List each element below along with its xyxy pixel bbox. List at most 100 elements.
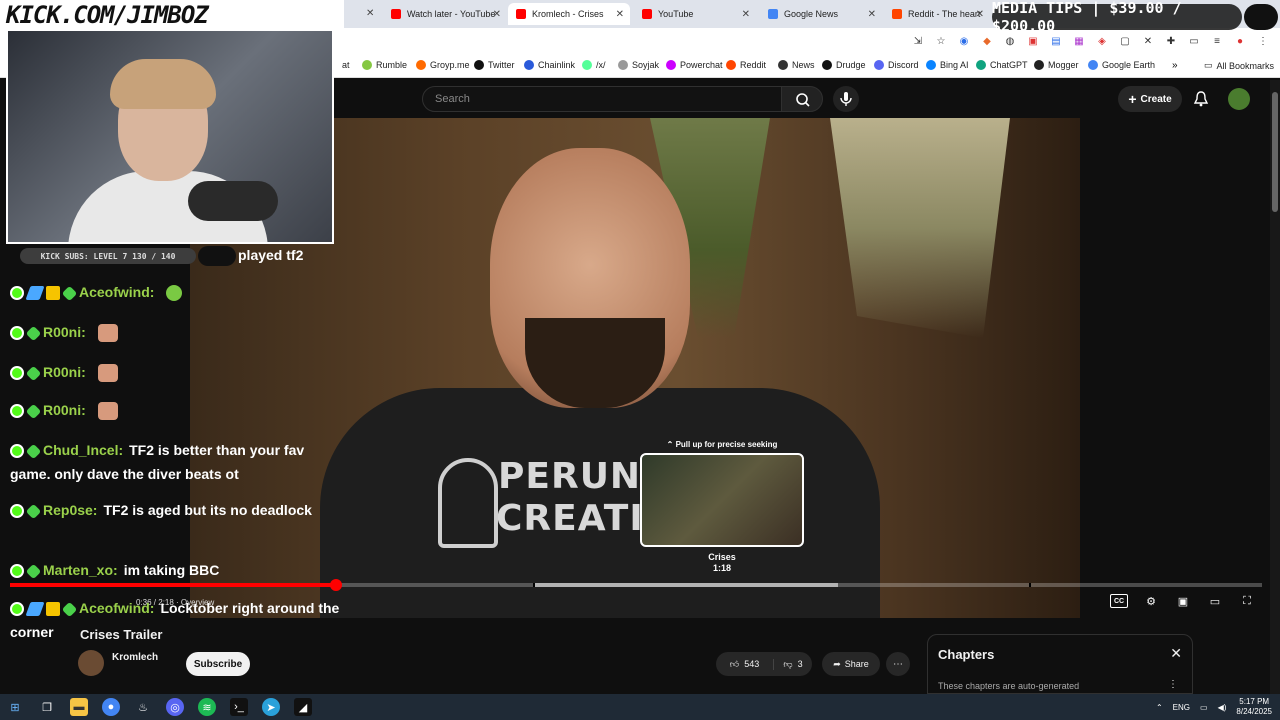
close-tab-icon[interactable]: ✕ — [366, 8, 374, 19]
close-tab-icon[interactable]: ✕ — [976, 9, 984, 20]
browser-tab[interactable]: Kromlech - Crises ✕ — [508, 3, 630, 25]
chat-username: R00ni: — [43, 402, 86, 418]
chapters-title: Chapters — [938, 647, 995, 662]
install-app-icon[interactable]: ⇲ — [911, 34, 925, 48]
extension-icon[interactable]: ▦ — [1072, 34, 1086, 48]
captions-icon[interactable]: CC — [1110, 594, 1128, 608]
bookmark-favicon-icon — [874, 60, 884, 70]
windows-start-icon[interactable]: ⊞ — [6, 698, 24, 716]
kebab-menu-icon[interactable]: ⋮ — [1168, 679, 1178, 690]
extension-icon[interactable]: ◉ — [957, 34, 971, 48]
bookmark-label: Soyjak — [632, 60, 660, 70]
page-scrollbar[interactable] — [1270, 80, 1280, 694]
extension-icon[interactable]: ◆ — [980, 34, 994, 48]
more-actions-button[interactable]: ⋯ — [886, 652, 910, 676]
voice-search-button[interactable] — [833, 86, 859, 112]
account-avatar[interactable] — [1228, 88, 1250, 110]
telegram-icon[interactable]: ➤ — [262, 698, 280, 716]
bookmark-item[interactable]: Google Earth — [1088, 60, 1155, 70]
bookmark-item[interactable]: ChatGPT — [976, 60, 1028, 70]
chapters-subtitle: These chapters are auto-generated — [938, 681, 1080, 691]
bookmark-favicon-icon — [582, 60, 592, 70]
sword-badge-icon — [25, 602, 45, 617]
browser-tab[interactable]: Reddit - The heart o ✕ — [884, 3, 990, 25]
browser-tab[interactable]: Watch later - YouTube ✕ — [383, 3, 507, 25]
channel-name[interactable]: Kromlech — [112, 652, 158, 663]
tab-label: Google News — [784, 9, 839, 19]
played-message: played tf2 — [238, 247, 304, 263]
bookmark-star-icon[interactable]: ☆ — [934, 34, 948, 48]
theater-mode-icon[interactable]: ▭ — [1206, 594, 1224, 608]
language-indicator[interactable]: ENG — [1173, 703, 1190, 712]
bookmark-item[interactable]: at — [342, 60, 350, 70]
bookmark-item[interactable]: News — [778, 60, 815, 70]
clock[interactable]: 5:17 PM 8/24/2025 — [1236, 697, 1272, 717]
spotify-icon[interactable]: ≋ — [198, 698, 216, 716]
search-button[interactable] — [781, 86, 823, 112]
chevron-up-icon[interactable]: ⌃ — [1156, 703, 1163, 712]
miniplayer-icon[interactable]: ▣ — [1174, 594, 1192, 608]
extension-icon[interactable]: ▣ — [1026, 34, 1040, 48]
bookmark-item[interactable]: Rumble — [362, 60, 407, 70]
close-icon[interactable]: ✕ — [1170, 645, 1182, 662]
extension-icon[interactable]: ▤ — [1049, 34, 1063, 48]
app-icon[interactable]: ◢ — [294, 698, 312, 716]
menu-icon[interactable]: ≡ — [1210, 34, 1224, 48]
discord-icon[interactable]: ◎ — [166, 698, 184, 716]
kick-subs-goal: KICK SUBS: LEVEL 7 130 / 140 — [20, 248, 196, 264]
scrollbar-thumb[interactable] — [1272, 92, 1278, 212]
all-bookmarks-button[interactable]: ▭ All Bookmarks — [1204, 60, 1274, 71]
bookmark-item[interactable]: Groyp.me — [416, 60, 470, 70]
bookmark-item[interactable]: Reddit — [726, 60, 766, 70]
close-tab-icon[interactable]: ✕ — [616, 9, 624, 20]
search-input[interactable]: Search — [422, 86, 782, 112]
settings-gear-icon[interactable]: ⚙ — [1142, 594, 1160, 608]
bookmarks-overflow-icon[interactable]: » — [1172, 60, 1178, 71]
bookmark-item[interactable]: Powerchat — [666, 60, 723, 70]
progress-bar[interactable] — [10, 579, 1262, 591]
bookmark-item[interactable]: Twitter — [474, 60, 515, 70]
bookmark-item[interactable]: Drudge — [822, 60, 866, 70]
task-view-icon[interactable]: ❐ — [38, 698, 56, 716]
chest-badge-icon — [46, 286, 60, 301]
bookmark-item[interactable]: Bing AI — [926, 60, 969, 70]
profile-icon[interactable]: ● — [1233, 34, 1247, 48]
cast-icon[interactable]: ▭ — [1187, 34, 1201, 48]
tab-favicon-icon — [516, 9, 526, 19]
bookmark-item[interactable]: Mogger — [1034, 60, 1079, 70]
bookmark-item[interactable]: Soyjak — [618, 60, 659, 70]
bookmark-item[interactable]: Chainlink — [524, 60, 575, 70]
close-tab-icon[interactable]: ✕ — [742, 9, 750, 20]
fullscreen-icon[interactable]: ⛶ — [1238, 594, 1256, 608]
steam-icon[interactable]: ♨ — [134, 698, 152, 716]
notifications-button[interactable] — [1192, 90, 1210, 108]
dislike-button[interactable]: 👎︎ 3 — [774, 659, 812, 670]
extension-icon[interactable]: ◈ — [1095, 34, 1109, 48]
like-button[interactable]: 👍︎ 543 — [716, 658, 774, 670]
volume-icon[interactable]: ◀) — [1218, 703, 1227, 712]
close-tab-icon[interactable]: ✕ — [868, 9, 876, 20]
puzzle-icon[interactable]: ✚ — [1164, 34, 1178, 48]
kebab-menu-icon[interactable]: ⋮ — [1256, 34, 1270, 48]
microphone-icon — [840, 92, 852, 106]
chrome-icon[interactable]: ● — [102, 698, 120, 716]
browser-tab[interactable]: YouTube ✕ — [634, 3, 756, 25]
kick-badge-icon — [10, 444, 24, 459]
terminal-icon[interactable]: ›_ — [230, 698, 248, 716]
create-button[interactable]: + Create — [1118, 86, 1182, 112]
channel-avatar[interactable] — [78, 650, 104, 676]
bookmark-item[interactable]: Discord — [874, 60, 919, 70]
chat-text: TF2 is aged but its no deadlock — [103, 502, 312, 518]
close-tab-icon[interactable]: ✕ — [493, 9, 501, 20]
browser-tab[interactable]: Google News ✕ — [760, 3, 882, 25]
chat-message: Marten_xo: im taking BBC — [10, 558, 340, 582]
share-button[interactable]: ➦ Share — [822, 652, 880, 676]
subscribe-button[interactable]: Subscribe — [186, 652, 250, 676]
x-icon[interactable]: ✕ — [1141, 34, 1155, 48]
network-icon[interactable]: ▭ — [1200, 703, 1208, 712]
bookmark-item[interactable]: /x/ — [582, 60, 606, 70]
tab-label: Reddit - The heart o — [908, 9, 982, 19]
extension-icon[interactable]: ◍ — [1003, 34, 1017, 48]
extension-icon[interactable]: ▢ — [1118, 34, 1132, 48]
file-explorer-icon[interactable]: ▬ — [70, 698, 88, 716]
